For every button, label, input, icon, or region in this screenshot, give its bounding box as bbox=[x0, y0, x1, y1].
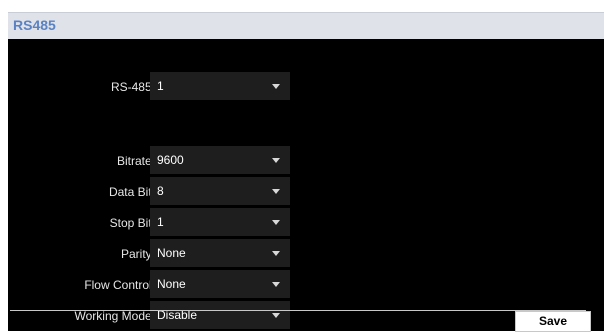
flow-control-label: Flow Control: bbox=[84, 278, 155, 292]
page-title: RS485 bbox=[13, 17, 56, 33]
parity-value: None bbox=[157, 246, 186, 260]
footer-divider bbox=[10, 310, 586, 311]
save-button[interactable]: Save bbox=[515, 311, 591, 332]
chevron-down-icon bbox=[272, 189, 280, 194]
chevron-down-icon bbox=[272, 282, 280, 287]
stop-bit-select[interactable]: 1 bbox=[150, 208, 290, 236]
panel-header: RS485 bbox=[8, 12, 604, 39]
bitrate-value: 9600 bbox=[157, 153, 184, 167]
stop-bit-value: 1 bbox=[157, 215, 164, 229]
app-frame: RS485 RS-485: 1 Bitrate: 9600 Data Bit: … bbox=[0, 0, 604, 332]
chevron-down-icon bbox=[272, 158, 280, 163]
stop-bit-label: Stop Bit: bbox=[109, 216, 155, 230]
chevron-down-icon bbox=[272, 313, 280, 318]
rs485-select[interactable]: 1 bbox=[150, 72, 290, 100]
working-mode-select[interactable]: Disable bbox=[150, 301, 290, 329]
chevron-down-icon bbox=[272, 84, 280, 89]
parity-select[interactable]: None bbox=[150, 239, 290, 267]
rs485-label: RS-485: bbox=[110, 80, 155, 94]
data-bit-value: 8 bbox=[157, 184, 164, 198]
flow-control-select[interactable]: None bbox=[150, 270, 290, 298]
bitrate-select[interactable]: 9600 bbox=[150, 146, 290, 174]
data-bit-select[interactable]: 8 bbox=[150, 177, 290, 205]
chevron-down-icon bbox=[272, 220, 280, 225]
rs485-value: 1 bbox=[157, 79, 164, 93]
rs485-settings-panel: RS485 RS-485: 1 Bitrate: 9600 Data Bit: … bbox=[8, 12, 604, 331]
flow-control-value: None bbox=[157, 277, 186, 291]
data-bit-label: Data Bit: bbox=[108, 185, 155, 199]
chevron-down-icon bbox=[272, 251, 280, 256]
working-mode-label: Working Mode: bbox=[74, 309, 155, 323]
